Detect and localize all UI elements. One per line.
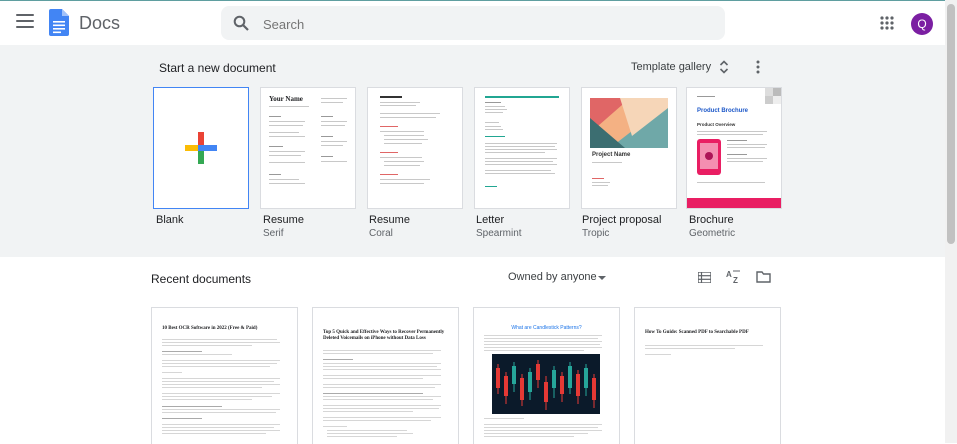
- docs-logo-icon[interactable]: [49, 9, 69, 36]
- geometric-corner: [765, 88, 781, 104]
- section-title: Start a new document: [159, 61, 276, 75]
- apps-grid-icon[interactable]: [880, 16, 894, 30]
- template-resume-serif[interactable]: Your Name: [260, 87, 356, 209]
- candlestick-chart-image: [492, 354, 600, 414]
- search-bar[interactable]: [221, 6, 725, 42]
- recent-document-card[interactable]: Top 5 Quick and Effective Ways to Recove…: [312, 307, 459, 444]
- template-resume-coral[interactable]: [367, 87, 463, 209]
- owner-filter-dropdown[interactable]: Owned by anyone: [508, 271, 597, 283]
- template-subtitle: Spearmint: [476, 228, 522, 239]
- template-project-proposal-tropic[interactable]: Project Name: [581, 87, 677, 209]
- plus-icon: [185, 132, 217, 164]
- folder-icon[interactable]: [756, 271, 771, 283]
- template-name: Resume: [369, 214, 410, 226]
- sort-az-icon[interactable]: A Z: [726, 269, 742, 284]
- dropdown-caret-icon[interactable]: [598, 276, 606, 280]
- template-gallery-button[interactable]: Template gallery: [631, 61, 711, 73]
- recent-document-card[interactable]: How To Guide: Scanned PDF to Searchable …: [634, 307, 781, 444]
- template-subtitle: Tropic: [582, 228, 610, 239]
- template-subtitle: Serif: [263, 228, 284, 239]
- template-subtitle: Geometric: [689, 228, 736, 239]
- page-scrollbar[interactable]: [945, 0, 957, 443]
- avatar[interactable]: Q: [911, 13, 933, 35]
- unfold-icon[interactable]: [719, 60, 729, 74]
- proposal-preview-title: Project Name: [592, 152, 631, 158]
- template-letter-spearmint[interactable]: [474, 87, 570, 209]
- phone-image: [697, 139, 721, 175]
- template-brochure-geometric[interactable]: Product Brochure Product Overview: [686, 87, 782, 209]
- menu-icon[interactable]: [16, 14, 34, 28]
- template-subtitle: Coral: [369, 228, 393, 239]
- template-name: Letter: [476, 214, 505, 226]
- template-blank[interactable]: [153, 87, 249, 209]
- template-name: Brochure: [689, 214, 734, 226]
- svg-text:A: A: [726, 270, 732, 279]
- brochure-preview-title: Product Brochure: [697, 108, 749, 114]
- search-icon[interactable]: [233, 15, 249, 31]
- template-name: Project proposal: [582, 214, 662, 226]
- start-new-document-section: Start a new document Template gallery Bl…: [0, 45, 945, 257]
- template-name: Blank: [156, 214, 184, 226]
- tropic-graphic: [590, 98, 668, 148]
- more-vert-icon[interactable]: [756, 60, 760, 74]
- app-header: Docs Q: [0, 1, 957, 45]
- brochure-preview-overview: Product Overview: [697, 122, 736, 127]
- recent-documents-title: Recent documents: [151, 272, 252, 286]
- recent-document-card[interactable]: 10 Best OCR Software in 2022 (Free & Pai…: [151, 307, 298, 444]
- document-preview-title: 10 Best OCR Software in 2022 (Free & Pai…: [162, 326, 258, 331]
- svg-text:Z: Z: [733, 276, 738, 284]
- list-view-icon[interactable]: [698, 272, 711, 283]
- template-name: Resume: [263, 214, 304, 226]
- resume-preview-title: Your Name: [269, 95, 303, 103]
- document-preview-title: What are Candlestick Patterns?: [511, 325, 582, 331]
- search-input[interactable]: [261, 6, 705, 42]
- app-name[interactable]: Docs: [79, 13, 120, 34]
- document-preview-title: How To Guide: Scanned PDF to Searchable …: [645, 330, 749, 335]
- recent-document-card[interactable]: What are Candlestick Patterns?: [473, 307, 620, 444]
- scrollbar-thumb[interactable]: [947, 4, 955, 244]
- document-preview-title: Top 5 Quick and Effective Ways to Recove…: [323, 330, 445, 341]
